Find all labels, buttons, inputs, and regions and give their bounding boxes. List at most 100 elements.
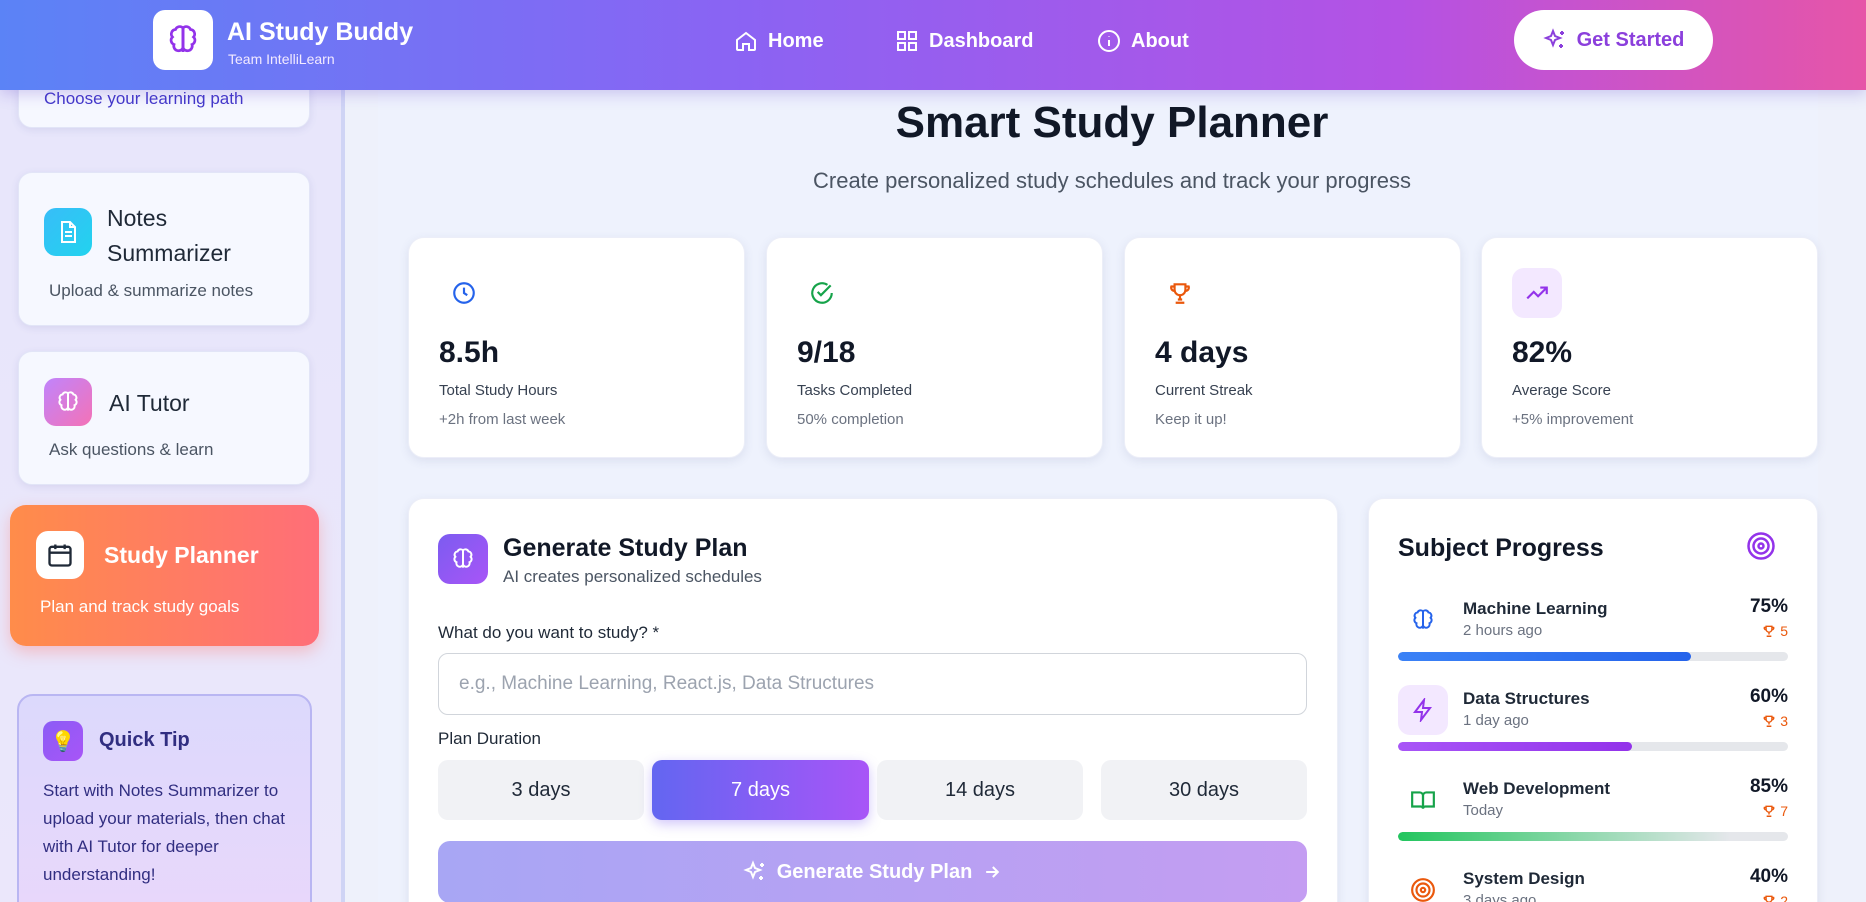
page-subtitle: Create personalized study schedules and … [813,168,1411,193]
stat-value: 4 days [1155,336,1249,369]
brand-title[interactable]: AI Study Buddy [227,18,413,47]
sidebar-item-sub: Choose your learning path [44,89,244,108]
calendar-icon [36,531,84,579]
sidebar-item-sub: Plan and track study goals [40,597,240,616]
plan-duration-label: Plan Duration [438,729,542,748]
subject-percent: 40% [1749,866,1788,887]
nav-home[interactable]: Home [734,27,824,55]
subject-row[interactable]: Data Structures 1 day ago 60% 3 [1398,685,1788,765]
stat-card-score: 82% Average Score +5% improvement [1481,237,1818,458]
generate-plan-subtitle: AI creates personalized schedules [503,567,762,586]
subject-trophy-count: 7 [1780,803,1788,819]
lightning-icon [1398,685,1448,735]
nav-about[interactable]: About [1097,27,1189,55]
stat-note: +5% improvement [1512,411,1634,428]
stat-card-tasks: 9/18 Tasks Completed 50% completion [766,237,1103,458]
sidebar-item-title: Notes Summarizer [107,205,231,266]
sidebar-item-study-planner[interactable]: Study Planner Plan and track study goals [10,505,319,646]
subject-progress-bar [1398,742,1788,751]
subject-row[interactable]: Machine Learning 2 hours ago 75% 5 [1398,595,1788,675]
page-title: Smart Study Planner [895,98,1329,147]
nav-about-label: About [1131,29,1189,52]
trophy-icon [1155,268,1205,318]
get-started-button[interactable]: Get Started [1514,10,1713,70]
top-header: AI Study Buddy Team IntelliLearn Home Da… [0,0,1866,90]
duration-option-30-days[interactable]: 30 days [1101,760,1307,820]
subject-row[interactable]: Web Development Today 85% 7 [1398,775,1788,855]
trophy-icon [1763,895,1775,902]
subject-progress-fill [1398,742,1632,751]
sidebar-item-notes-summarizer[interactable]: Notes Summarizer Upload & summarize note… [18,172,310,326]
subject-trophies: 5 [1762,623,1788,639]
target-icon [1398,865,1448,902]
subject-trophies: 3 [1762,713,1788,729]
stat-label: Current Streak [1155,382,1253,399]
subject-last-studied: 3 days ago [1463,892,1537,902]
quick-tip-title: Quick Tip [99,729,190,751]
subject-percent: 60% [1749,686,1788,707]
study-topic-label: What do you want to study? * [438,623,660,642]
generate-plan-button[interactable]: Generate Study Plan [438,841,1307,902]
subject-progress-bar [1398,832,1788,841]
subject-progress-fill [1398,652,1691,661]
generate-plan-label: Generate Study Plan [776,860,973,883]
generate-plan-title: Generate Study Plan [503,534,748,562]
subject-trophy-count: 3 [1780,713,1788,729]
subject-name: System Design [1463,869,1585,888]
get-started-label: Get Started [1576,28,1685,51]
sidebar-item-sub: Upload & summarize notes [49,281,254,300]
sidebar-item-title: Study Planner [104,542,259,568]
stat-value: 8.5h [439,336,500,369]
trophy-icon [1763,625,1775,637]
book-icon [1398,775,1448,825]
subject-trophies: 7 [1762,803,1788,819]
subject-progress-card: Subject Progress Machine Learning 2 hours… [1368,498,1818,902]
clock-icon [439,268,489,318]
generate-plan-card: Generate Study Plan AI creates personali… [408,498,1338,902]
subject-percent: 85% [1749,776,1788,797]
brand-subtitle: Team IntelliLearn [228,51,335,67]
duration-option-3-days[interactable]: 3 days [438,760,644,820]
subject-trophy-count: 2 [1780,893,1788,902]
main-content: Smart Study Planner Create personalized … [378,90,1818,902]
check-circle-icon [797,268,847,318]
subject-name: Web Development [1463,779,1611,798]
trophy-icon [1763,805,1775,817]
nav-home-label: Home [768,29,824,52]
subject-row[interactable]: System Design 3 days ago 40% 2 [1398,865,1788,902]
grid-icon [897,31,917,51]
sparkles-icon [1542,28,1564,48]
stat-card-study-hours: 8.5h Total Study Hours +2h from last wee… [408,237,745,458]
trophy-icon [1763,715,1775,727]
stat-label: Average Score [1512,382,1611,399]
nav-dashboard[interactable]: Dashboard [895,27,1033,55]
document-icon [44,208,92,256]
subject-progress-fill [1398,832,1730,841]
trending-up-icon [1512,268,1562,318]
arrow-right-icon [986,866,1000,878]
stat-note: 50% completion [797,411,904,428]
sparkles-icon [742,860,764,880]
brain-icon[interactable] [153,10,213,70]
home-icon [736,31,756,51]
subject-trophies: 2 [1762,893,1788,902]
target-icon[interactable] [1746,531,1776,561]
lightbulb-icon: 💡 [43,721,83,761]
subject-percent: 75% [1749,596,1788,617]
subject-trophy-count: 5 [1780,623,1788,639]
stat-label: Tasks Completed [797,382,913,399]
duration-option-14-days[interactable]: 14 days [877,760,1083,820]
sidebar-item-title: AI Tutor [109,390,190,416]
study-topic-input[interactable] [438,653,1307,715]
stat-value: 9/18 [797,336,856,369]
nav-dashboard-label: Dashboard [929,29,1034,52]
subject-name: Machine Learning [1463,599,1608,618]
subject-progress-title: Subject Progress [1398,534,1604,562]
subject-last-studied: 2 hours ago [1463,622,1543,639]
sidebar-item-ai-tutor[interactable]: AI Tutor Ask questions & learn [18,351,310,485]
subject-name: Data Structures [1463,689,1590,708]
sidebar-item-sub: Ask questions & learn [49,440,214,459]
stat-value: 82% [1512,336,1573,369]
duration-option-7-days[interactable]: 7 days [652,760,869,820]
subject-progress-bar [1398,652,1788,661]
